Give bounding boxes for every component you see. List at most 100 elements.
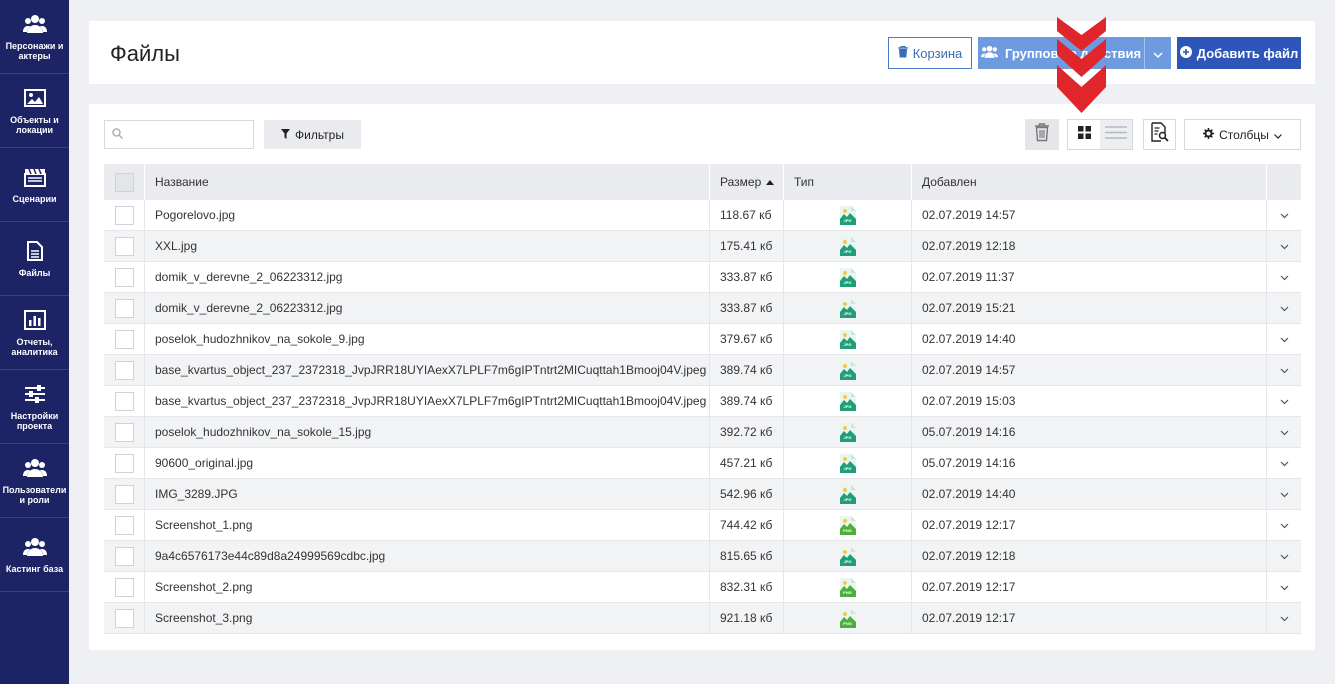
row-checkbox[interactable] xyxy=(114,453,134,473)
sidebar-item-users-roles[interactable]: Пользователи и роли xyxy=(0,444,69,518)
row-expand-button[interactable] xyxy=(1267,324,1301,354)
table-row[interactable]: poselok_hudozhnikov_na_sokole_15.jpg 392.… xyxy=(104,417,1301,448)
row-expand-button[interactable] xyxy=(1267,572,1301,602)
column-header-added[interactable]: Добавлен xyxy=(912,164,1267,200)
file-size: 389.74 кб xyxy=(710,386,784,416)
row-expand-button[interactable] xyxy=(1267,479,1301,509)
row-checkbox[interactable] xyxy=(114,608,134,628)
file-name[interactable]: Screenshot_1.png xyxy=(145,510,710,540)
row-checkbox[interactable] xyxy=(114,577,134,597)
file-name[interactable]: Screenshot_2.png xyxy=(145,572,710,602)
sidebar-item-casting[interactable]: Кастинг база xyxy=(0,518,69,592)
sidebar-item-reports[interactable]: Отчеты, аналитика xyxy=(0,296,69,370)
row-checkbox[interactable] xyxy=(114,360,134,380)
row-checkbox[interactable] xyxy=(114,298,134,318)
grid-view-button[interactable] xyxy=(1068,120,1100,149)
row-checkbox[interactable] xyxy=(114,484,134,504)
chevron-down-icon xyxy=(1280,425,1289,439)
column-header-size[interactable]: Размер xyxy=(710,164,784,200)
row-expand-button[interactable] xyxy=(1267,262,1301,292)
png-file-icon: PNG xyxy=(839,515,856,535)
filters-button[interactable]: Фильтры xyxy=(264,120,361,149)
row-checkbox[interactable] xyxy=(114,329,134,349)
sidebar-item-characters[interactable]: Персонажи и актеры xyxy=(0,0,69,74)
file-name[interactable]: poselok_hudozhnikov_na_sokole_15.jpg xyxy=(145,417,710,447)
file-name[interactable]: 90600_original.jpg xyxy=(145,448,710,478)
jpg-file-icon: JPG xyxy=(839,453,856,473)
list-view-button[interactable] xyxy=(1100,120,1132,149)
row-expand-button[interactable] xyxy=(1267,603,1301,633)
column-header-name[interactable]: Название xyxy=(145,164,710,200)
file-type-cell: PNG xyxy=(784,572,912,602)
table-row[interactable]: domik_v_derevne_2_06223312.jpg 333.87 кб J… xyxy=(104,293,1301,324)
file-name[interactable]: XXL.jpg xyxy=(145,231,710,261)
table-row[interactable]: domik_v_derevne_2_06223312.jpg 333.87 кб J… xyxy=(104,262,1301,293)
trash-button[interactable]: Корзина xyxy=(888,37,972,69)
row-expand-button[interactable] xyxy=(1267,541,1301,571)
row-checkbox[interactable] xyxy=(114,422,134,442)
row-checkbox[interactable] xyxy=(114,267,134,287)
file-name[interactable]: 9a4c6576173e44c89d8a24999569cdbc.jpg xyxy=(145,541,710,571)
chevron-down-icon xyxy=(1280,518,1289,532)
table-row[interactable]: XXL.jpg 175.41 кб JPG 02.07.2019 12:18 xyxy=(104,231,1301,262)
column-header-type[interactable]: Тип xyxy=(784,164,912,200)
file-name[interactable]: base_kvartus_object_237_2372318_JvpJRR18… xyxy=(145,355,710,385)
sidebar-item-scenarios[interactable]: Сценарии xyxy=(0,148,69,222)
file-name[interactable]: Pogorelovo.jpg xyxy=(145,200,710,230)
sidebar-item-objects[interactable]: Объекты и локации xyxy=(0,74,69,148)
png-file-icon: PNG xyxy=(839,608,856,628)
file-name[interactable]: base_kvartus_object_237_2372318_JvpJRR18… xyxy=(145,386,710,416)
jpg-file-icon: JPG xyxy=(839,329,856,349)
sidebar-item-settings[interactable]: Настройки проекта xyxy=(0,370,69,444)
gear-icon xyxy=(1203,127,1215,142)
table-row[interactable]: base_kvartus_object_237_2372318_JvpJRR18… xyxy=(104,355,1301,386)
row-expand-button[interactable] xyxy=(1267,417,1301,447)
table-row[interactable]: Pogorelovo.jpg 118.67 кб JPG 02.07.2019 14:… xyxy=(104,200,1301,231)
table-row[interactable]: Screenshot_2.png 832.31 кб PNG 02.07.2019 1… xyxy=(104,572,1301,603)
chevron-down-icon xyxy=(1280,394,1289,408)
row-expand-button[interactable] xyxy=(1267,386,1301,416)
select-all-checkbox[interactable] xyxy=(114,172,134,192)
preview-button[interactable] xyxy=(1143,119,1176,150)
table-row[interactable]: Screenshot_1.png 744.42 кб PNG 02.07.2019 1… xyxy=(104,510,1301,541)
chevron-down-icon xyxy=(1280,580,1289,594)
table-row[interactable]: poselok_hudozhnikov_na_sokole_9.jpg 379.6… xyxy=(104,324,1301,355)
file-type-label: JPG xyxy=(843,496,852,502)
row-expand-button[interactable] xyxy=(1267,510,1301,540)
table-row[interactable]: base_kvartus_object_237_2372318_JvpJRR18… xyxy=(104,386,1301,417)
add-file-button[interactable]: Добавить файл xyxy=(1177,37,1301,69)
columns-button[interactable]: Столбцы xyxy=(1184,119,1301,150)
file-name[interactable]: Screenshot_3.png xyxy=(145,603,710,633)
file-type-label: PNG xyxy=(843,527,852,533)
table-row[interactable]: Screenshot_3.png 921.18 кб PNG 02.07.2019 1… xyxy=(104,603,1301,634)
row-expand-button[interactable] xyxy=(1267,355,1301,385)
file-name[interactable]: domik_v_derevne_2_06223312.jpg xyxy=(145,293,710,323)
sidebar-item-label: Настройки проекта xyxy=(10,411,59,431)
table-row[interactable]: 90600_original.jpg 457.21 кб JPG 05.07.2019… xyxy=(104,448,1301,479)
row-expand-button[interactable] xyxy=(1267,200,1301,230)
row-checkbox[interactable] xyxy=(114,391,134,411)
file-name[interactable]: IMG_3289.JPG xyxy=(145,479,710,509)
row-expand-button[interactable] xyxy=(1267,231,1301,261)
row-checkbox[interactable] xyxy=(114,236,134,256)
file-type-label: JPG xyxy=(843,372,852,378)
group-actions-dropdown-toggle[interactable] xyxy=(1144,37,1171,69)
search-input[interactable] xyxy=(128,127,248,142)
table-row[interactable]: IMG_3289.JPG 542.96 кб JPG 02.07.2019 14:40 xyxy=(104,479,1301,510)
row-checkbox[interactable] xyxy=(114,515,134,535)
file-added-date: 02.07.2019 14:57 xyxy=(912,355,1267,385)
table-row[interactable]: 9a4c6576173e44c89d8a24999569cdbc.jpg 815.… xyxy=(104,541,1301,572)
row-expand-button[interactable] xyxy=(1267,293,1301,323)
trash-button-label: Корзина xyxy=(912,45,963,61)
file-added-date: 05.07.2019 14:16 xyxy=(912,417,1267,447)
row-checkbox[interactable] xyxy=(114,205,134,225)
clapperboard-icon xyxy=(23,165,47,189)
file-name[interactable]: domik_v_derevne_2_06223312.jpg xyxy=(145,262,710,292)
row-expand-button[interactable] xyxy=(1267,448,1301,478)
sidebar-item-files[interactable]: Файлы xyxy=(0,222,69,296)
row-checkbox[interactable] xyxy=(114,546,134,566)
delete-button[interactable] xyxy=(1025,119,1059,150)
file-type-cell: JPG xyxy=(784,324,912,354)
file-name[interactable]: poselok_hudozhnikov_na_sokole_9.jpg xyxy=(145,324,710,354)
search-box[interactable] xyxy=(104,120,254,149)
